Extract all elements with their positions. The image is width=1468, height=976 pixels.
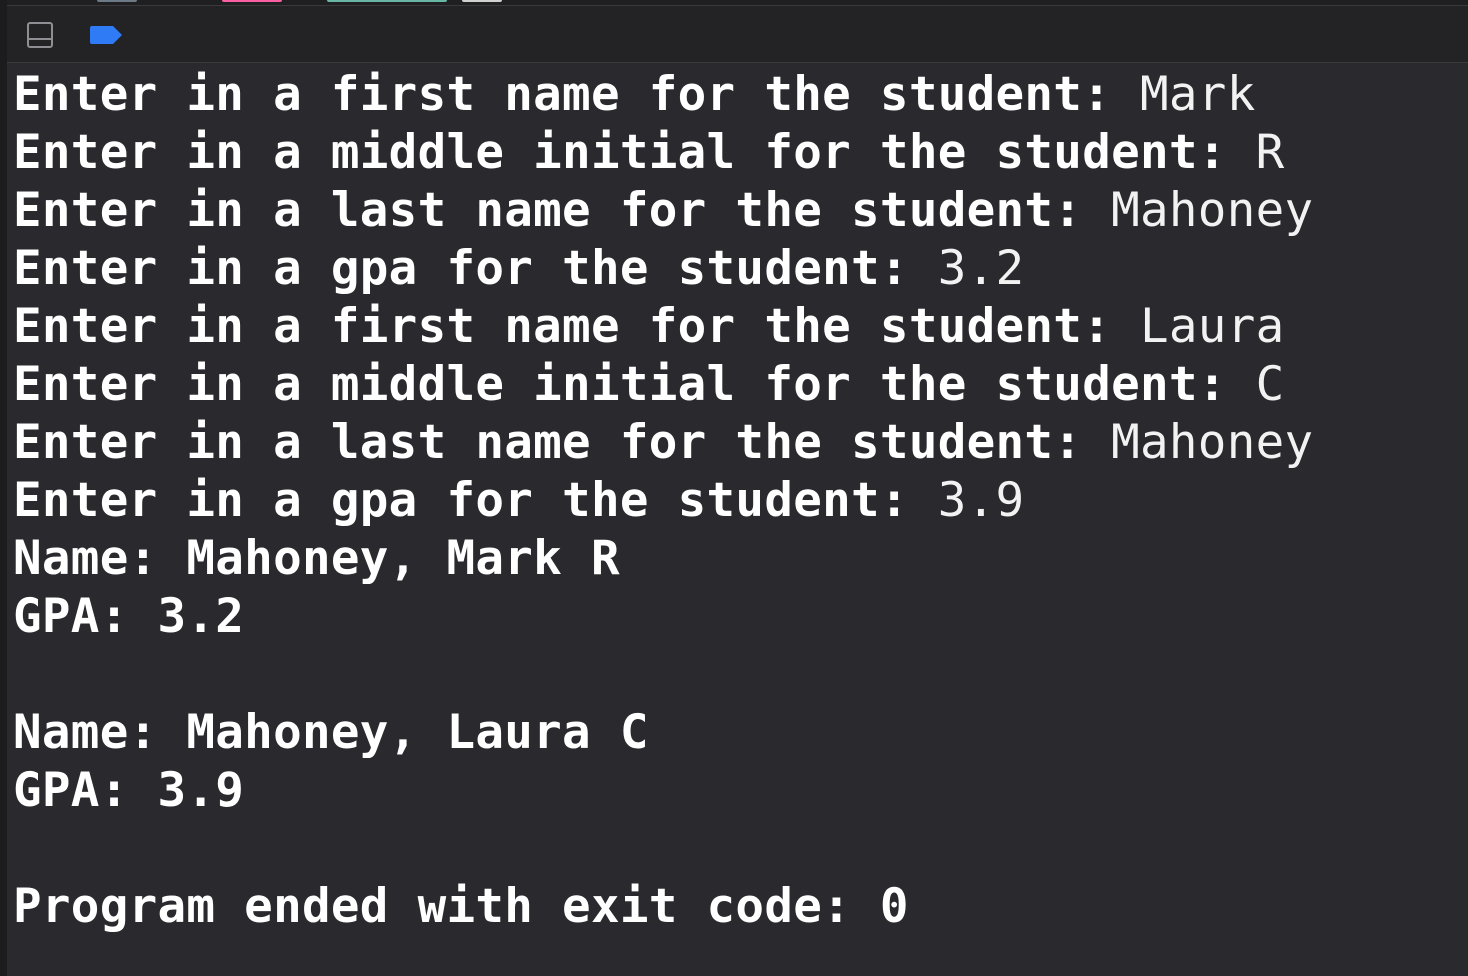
output-line: Program ended with exit code: 0 [13,879,909,934]
console-prompt-line: Enter in a gpa for the student: 3.2 [13,240,1468,298]
code-fragment [327,0,447,2]
prompt-text: Enter in a gpa for the student: [13,473,938,528]
output-line: Name: Mahoney, Laura C [13,705,649,760]
code-fragment [97,0,137,2]
user-input-text: Mark [1140,67,1256,122]
prompt-text: Enter in a first name for the student: [13,67,1140,122]
prompt-text: Enter in a first name for the student: [13,299,1140,354]
console-prompt-line: Enter in a last name for the student: Ma… [13,182,1468,240]
panel-toggle-icon[interactable] [27,22,53,48]
user-input-text: 3.9 [937,473,1025,528]
code-fragment [222,0,282,2]
user-input-text: Mahoney [1111,415,1314,470]
prompt-text: Enter in a last name for the student: [13,183,1112,238]
console-toolbar [7,5,1468,63]
output-line: GPA: 3.2 [13,589,245,644]
console-prompt-line: Enter in a middle initial for the studen… [13,124,1468,182]
prompt-text: Enter in a middle initial for the studen… [13,125,1256,180]
debug-console-window: Enter in a first name for the student: M… [0,0,1468,976]
prompt-text: Enter in a middle initial for the studen… [13,357,1256,412]
user-input-text: Mahoney [1111,183,1314,238]
console-prompt-line: Enter in a gpa for the student: 3.9 [13,472,1468,530]
user-input-text: R [1255,125,1285,180]
user-input-text: C [1255,357,1285,412]
prompt-text: Enter in a last name for the student: [13,415,1112,470]
output-line: Name: Mahoney, Mark R [13,531,620,586]
prompt-text: Enter in a gpa for the student: [13,241,938,296]
user-input-text: Laura [1140,299,1285,354]
console-prompt-line: Enter in a first name for the student: L… [13,298,1468,356]
code-fragment [462,0,502,2]
console-prompt-line: Enter in a last name for the student: Ma… [13,414,1468,472]
console-prompt-line: Enter in a middle initial for the studen… [13,356,1468,414]
breakpoint-icon[interactable] [89,24,125,46]
panel-toggle-bar [29,38,51,40]
output-line: GPA: 3.9 [13,763,245,818]
console-output[interactable]: Enter in a first name for the student: M… [13,66,1468,976]
user-input-text: 3.2 [937,241,1025,296]
console-prompt-line: Enter in a first name for the student: M… [13,66,1468,124]
